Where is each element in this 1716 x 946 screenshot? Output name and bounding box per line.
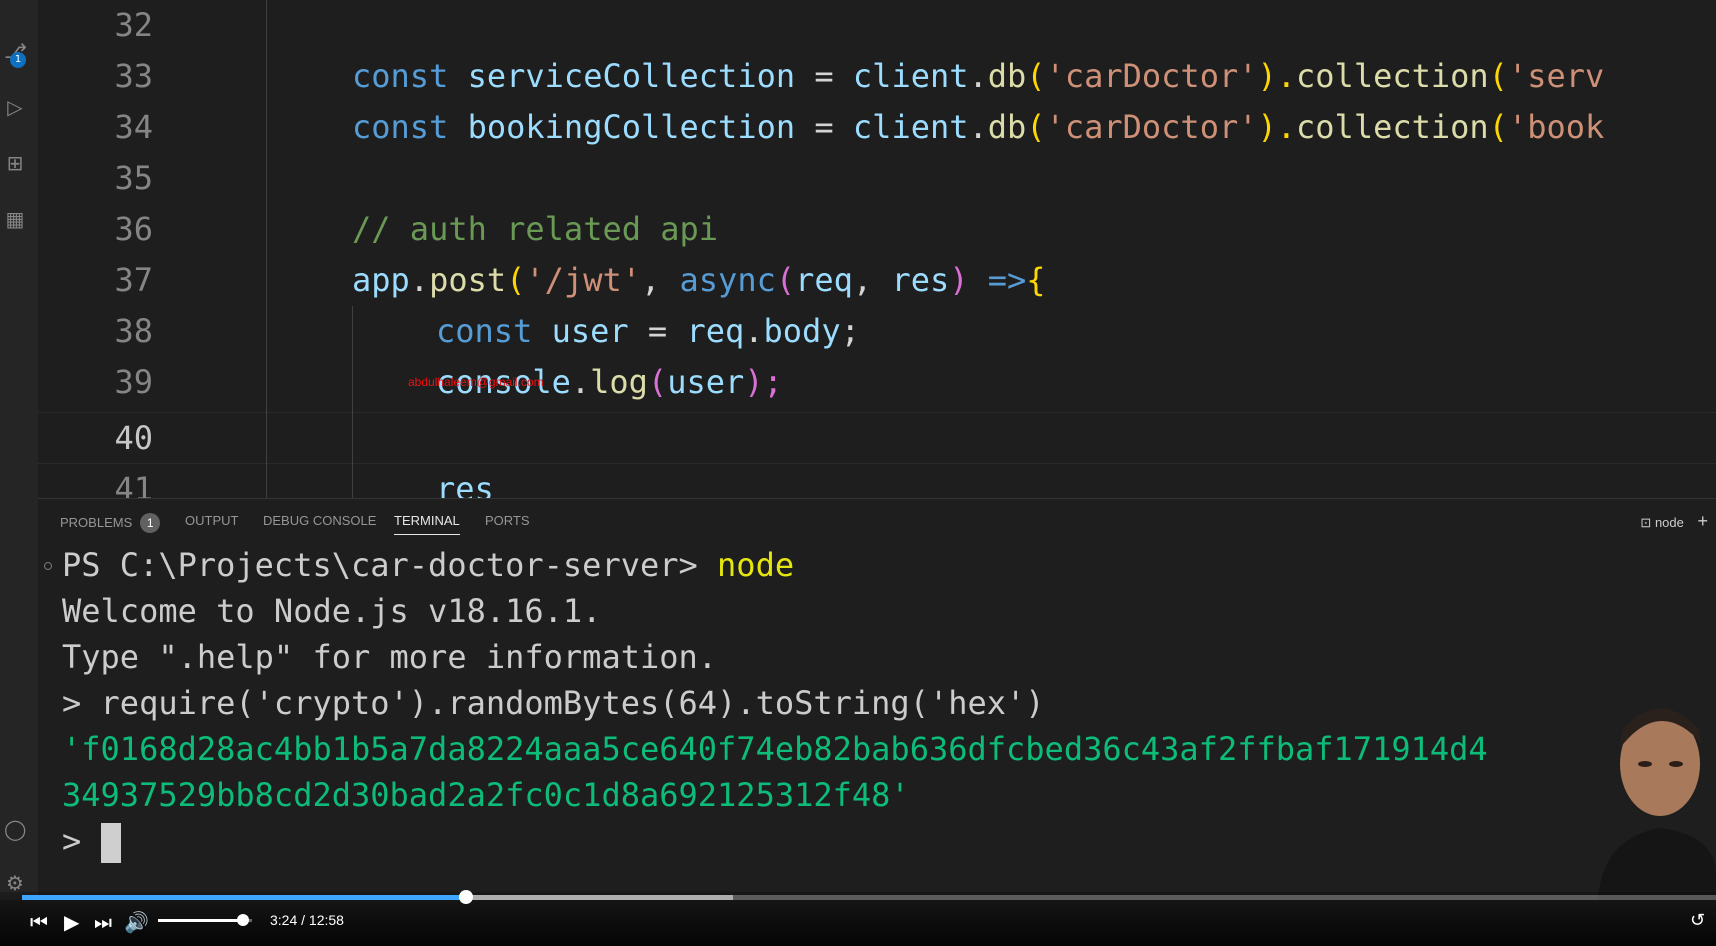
code-text: const user = req.body; [436,312,860,350]
code-comment: // auth related api [352,210,719,248]
code-text: app.post('/jwt', async(req, res) =>{ [352,261,1046,299]
code-line: 33 const serviceCollection = client.db('… [38,51,1716,102]
replay-icon[interactable]: ↺ [1690,910,1705,931]
code-text: const serviceCollection = client.db('car… [352,57,1605,95]
tab-problems[interactable]: Problems 1 [60,513,161,533]
scrubber-handle[interactable] [458,890,473,904]
code-text: const bookingCollection = client.db('car… [352,108,1605,146]
command-decoration-icon [44,562,52,570]
line-number: 32 [114,6,153,44]
terminal-line: > require('crypto').randomBytes(64).toSt… [62,684,1045,722]
terminal-line: > [62,818,121,864]
video-time: 3:24 / 12:58 [270,912,344,928]
code-line: 38 const user = req.body; [38,306,1716,357]
panel-tabs: Problems 1 Output Debug Console Terminal … [38,498,1716,543]
tab-ports[interactable]: Ports [485,513,530,528]
volume-icon[interactable]: 🔊 [124,910,149,934]
source-control-badge: 1 [10,52,26,68]
terminal-output: 34937529bb8cd2d30bad2a2fc0c1d8a692125312… [62,776,910,814]
line-number: 39 [114,363,153,401]
terminal-output: 'f0168d28ac4bb1b5a7da8224aaa5ce640f74eb8… [62,730,1488,768]
terminal-instance[interactable]: ⊡ node + [1640,511,1708,532]
remote-explorer-icon[interactable]: ▦ [4,208,26,230]
code-line: 40 [38,413,1716,464]
terminal-icon: ⊡ [1640,515,1652,530]
line-number: 36 [114,210,153,248]
watermark: abdulhaleem@gmail.com [408,375,544,389]
terminal-line: Type ".help" for more information. [62,638,718,676]
line-number: 35 [114,159,153,197]
line-number: 34 [114,108,153,146]
volume-handle[interactable] [236,914,249,926]
problems-count-badge: 1 [140,513,161,533]
code-line: 41 res [38,464,1716,498]
code-line: 36 // auth related api [38,204,1716,255]
code-line: 39 console.log(user); [38,357,1716,408]
code-line: 32 [38,0,1716,51]
line-number: 40 [114,419,153,457]
add-terminal-icon[interactable]: + [1697,511,1708,531]
tab-debug-console[interactable]: Debug Console [263,513,376,528]
code-editor[interactable]: 32 33 const serviceCollection = client.d… [38,0,1716,498]
account-icon[interactable]: ◯ [4,818,26,840]
video-controls [0,892,1716,946]
tab-terminal[interactable]: Terminal [394,513,460,535]
terminal-line: Welcome to Node.js v18.16.1. [62,592,602,630]
activity-bar: ⎇ 1 ▷ ⊞ ▦ ◯ ⚙ [0,0,38,900]
skip-previous-icon[interactable]: ⏮ [30,910,48,934]
volume-slider[interactable] [158,914,252,926]
extensions-icon[interactable]: ⊞ [4,152,26,174]
play-icon[interactable]: ▶ [64,910,79,934]
line-number: 37 [114,261,153,299]
video-progress-bar[interactable] [22,890,1716,904]
code-line: 37 app.post('/jwt', async(req, res) =>{ [38,255,1716,306]
terminal[interactable]: PS C:\Projects\car-doctor-server> node W… [38,542,1716,900]
line-number: 41 [114,470,153,498]
settings-gear-icon[interactable]: ⚙ [4,872,26,894]
skip-next-icon[interactable]: ⏭ [94,910,112,934]
run-debug-icon[interactable]: ▷ [4,96,26,118]
volume-level [158,919,243,922]
presenter-webcam [1598,708,1716,900]
code-line: 35 [38,153,1716,204]
terminal-cursor [100,823,121,863]
code-text: res [436,470,494,498]
tab-output[interactable]: Output [185,513,238,528]
terminal-line: PS C:\Projects\car-doctor-server> node [62,546,795,584]
played-bar [22,895,466,900]
line-number: 38 [114,312,153,350]
code-line: 34 const bookingCollection = client.db('… [38,102,1716,153]
line-number: 33 [114,57,153,95]
